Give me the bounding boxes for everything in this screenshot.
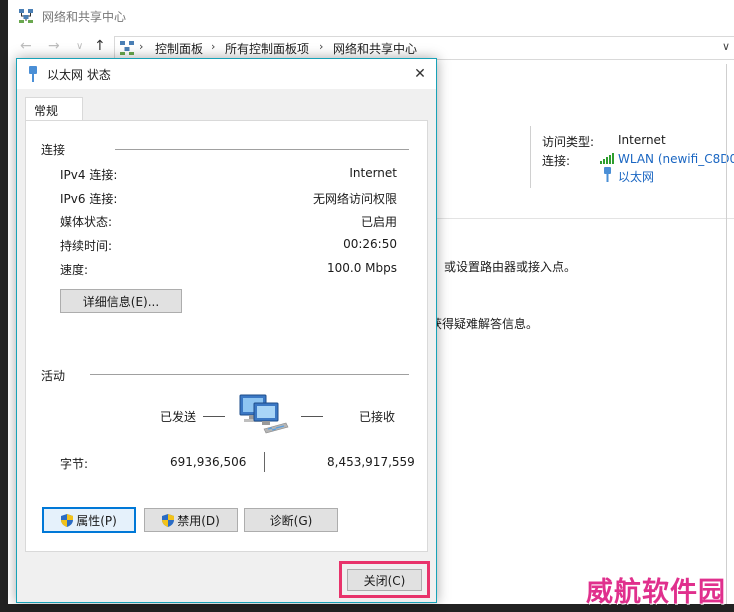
access-type-label: 访问类型: [542, 135, 595, 149]
wlan-connection-link[interactable]: WLAN (newifi_C8D0) [618, 152, 734, 166]
media-state-label: 媒体状态: [60, 215, 113, 229]
back-arrow-icon[interactable]: ← [20, 38, 32, 54]
chevron-right-icon[interactable]: › [319, 40, 323, 53]
bytes-received-value: 8,453,917,559 [327, 455, 415, 469]
breadcrumb-control-panel[interactable]: 控制面板 [155, 40, 203, 57]
sent-label: 已发送 [160, 410, 197, 424]
scrollbar-track[interactable] [726, 64, 727, 612]
ipv4-label: IPv4 连接: [60, 168, 118, 182]
ipv6-value: 无网络访问权限 [312, 192, 397, 206]
breadcrumb-network-center[interactable]: 网络和共享中心 [333, 40, 417, 57]
chevron-right-icon[interactable]: › [211, 40, 215, 53]
chevron-right-icon[interactable]: › [139, 40, 143, 53]
network-center-icon [19, 9, 33, 23]
section-divider [90, 374, 409, 375]
up-arrow-icon[interactable]: ↑ [94, 38, 106, 54]
connection-section-label: 连接 [41, 143, 66, 157]
bytes-label: 字节: [60, 457, 89, 471]
uac-shield-icon [61, 513, 74, 527]
speed-label: 速度: [60, 263, 89, 277]
dash-line [301, 416, 323, 417]
window-title: 网络和共享中心 [42, 10, 127, 24]
forward-arrow-icon[interactable]: → [48, 38, 60, 54]
address-bar[interactable]: › 控制面板 › 所有控制面板项 › 网络和共享中心 ∨ [114, 36, 734, 60]
dash-line [203, 416, 225, 417]
dialog-title: 以太网 状态 [47, 68, 111, 82]
ipv6-label: IPv6 连接: [60, 192, 118, 206]
chevron-down-icon[interactable]: ∨ [722, 40, 730, 53]
recent-locations-icon[interactable]: ∨ [76, 41, 83, 52]
ipv4-value: Internet [349, 166, 397, 180]
close-icon[interactable]: ✕ [404, 59, 436, 89]
duration-label: 持续时间: [60, 239, 113, 253]
window-edge [0, 0, 8, 612]
ethernet-icon [29, 66, 37, 82]
properties-button-label: 属性(P) [76, 513, 117, 528]
watermark: 威航软件园 [586, 577, 726, 608]
disable-button[interactable]: 禁用(D) [144, 508, 238, 532]
duration-value: 00:26:50 [343, 237, 397, 251]
close-button[interactable]: 关闭(C) [347, 569, 422, 591]
wifi-signal-icon [600, 153, 614, 164]
breadcrumb-all-items[interactable]: 所有控制面板项 [225, 40, 309, 57]
navigation-bar: ← → ∨ ↑ › 控制面板 › 所有控制面板项 › 网络和共享中心 ∨ [8, 36, 734, 60]
bytes-sent-value: 691,936,506 [170, 455, 247, 469]
bytes-divider [264, 452, 265, 472]
divider [530, 126, 531, 188]
speed-value: 100.0 Mbps [326, 261, 397, 275]
ethernet-status-dialog: 以太网 状态 ✕ 常规 连接 IPv4 连接: Internet IPv6 连接… [16, 58, 437, 603]
media-state-value: 已启用 [360, 215, 397, 229]
ethernet-connection-link[interactable]: 以太网 [618, 168, 654, 185]
properties-button[interactable]: 属性(P) [42, 507, 136, 533]
network-center-icon [120, 41, 134, 55]
disable-button-label: 禁用(D) [177, 513, 220, 528]
network-activity-icon [239, 394, 289, 434]
activity-section-label: 活动 [41, 369, 66, 383]
ethernet-icon [604, 167, 611, 182]
divider [437, 218, 734, 219]
diagnose-button[interactable]: 诊断(G) [244, 508, 338, 532]
connection-label: 连接: [542, 154, 571, 168]
uac-shield-icon [162, 513, 175, 527]
tab-general[interactable]: 常规 [25, 97, 83, 121]
general-panel: 连接 IPv4 连接: Internet IPv6 连接: 无网络访问权限 媒体… [25, 120, 428, 552]
window-titlebar: 网络和共享中心 [8, 0, 734, 32]
setup-router-text: ；或设置路由器或接入点。 [432, 260, 577, 274]
troubleshoot-text: 获得疑难解答信息。 [430, 317, 539, 331]
section-divider [115, 149, 409, 150]
dialog-titlebar: 以太网 状态 ✕ [17, 59, 436, 89]
access-type-value: Internet [618, 133, 666, 147]
details-button[interactable]: 详细信息(E)... [60, 289, 182, 313]
received-label: 已接收 [359, 410, 396, 424]
close-button-highlight: 关闭(C) [339, 561, 430, 598]
